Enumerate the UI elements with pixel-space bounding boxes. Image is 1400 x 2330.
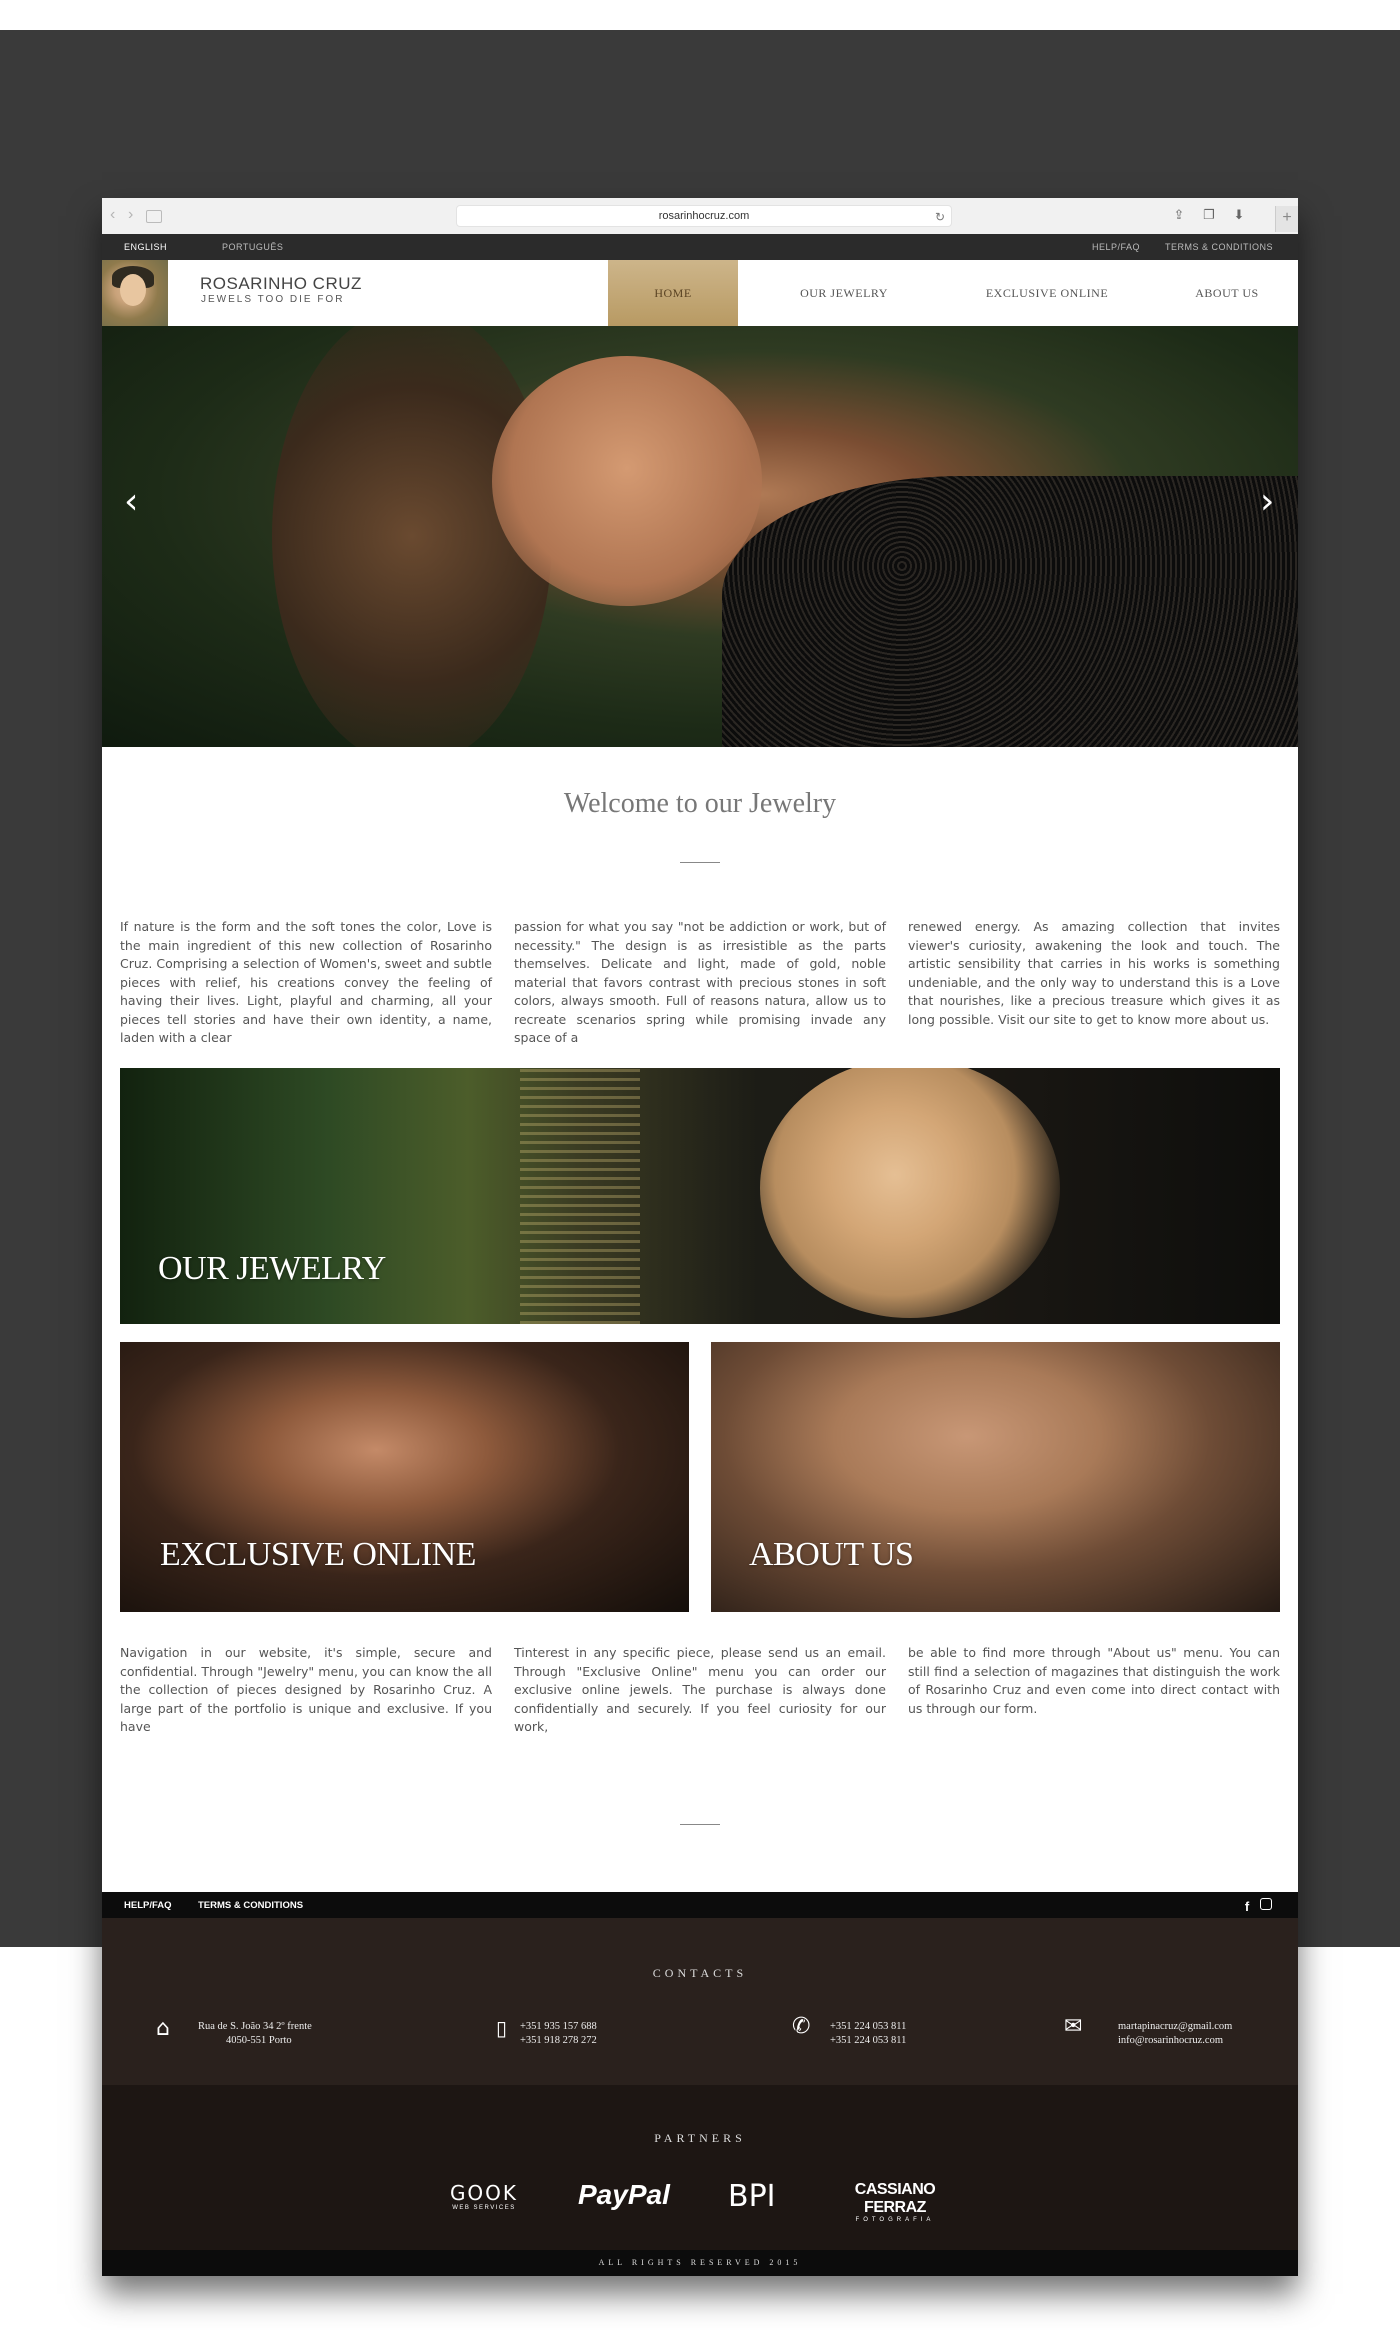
hero-photo-model (492, 356, 762, 606)
reload-icon[interactable]: ↻ (935, 207, 945, 227)
welcome-heading: Welcome to our Jewelry (563, 788, 837, 819)
welcome-text-col3: renewed energy. As amazing collection th… (908, 919, 1280, 1027)
nav-about-us[interactable]: ABOUT US (1172, 260, 1282, 326)
hero-photo-dress (722, 476, 1298, 747)
tile-exclusive-online-label: EXCLUSIVE ONLINE (160, 1536, 476, 1573)
email-line2[interactable]: info@rosarinhocruz.com (1118, 2034, 1232, 2048)
slider-next-icon[interactable]: › (1260, 481, 1274, 522)
facebook-icon[interactable]: f (1240, 1900, 1254, 1914)
contacts-heading: CONTACTS (652, 1966, 748, 1980)
partners-section: PARTNERS GOOK WEB SERVICES PayPal BPI CA… (102, 2085, 1298, 2250)
contact-address: Rua de S. João 34 2º frente 4050-551 Por… (198, 2020, 312, 2048)
download-icon[interactable]: ⬇ (1230, 206, 1248, 224)
cassiano-subtext: FOTOGRAFIA (855, 2217, 935, 2223)
info-text-col3: be able to find more through "About us" … (908, 1645, 1280, 1716)
mobile-line1: +351 935 157 688 (520, 2021, 597, 2032)
partner-cassiano-ferraz-logo[interactable]: CASSIANO FERRAZ FOTOGRAFIA (824, 2181, 966, 2223)
welcome-text-col1: If nature is the form and the soft tones… (120, 919, 492, 1045)
language-bar: ENGLISH PORTUGUÊS HELP/FAQ TERMS & CONDI… (102, 234, 1298, 260)
email-line1[interactable]: martapinacruz@gmail.com (1118, 2020, 1232, 2034)
sidebar-icon[interactable] (146, 210, 162, 223)
partner-paypal-logo[interactable]: PayPal (578, 2179, 670, 2211)
cassiano-wordmark: CASSIANO FERRAZ (854, 2181, 936, 2216)
gook-subtext: WEB SERVICES (452, 2205, 516, 2211)
chevron-left-icon[interactable]: ‹ (110, 206, 115, 224)
address-bar[interactable]: rosarinhocruz.com ↻ (456, 205, 952, 227)
contacts-section: CONTACTS ⌂ Rua de S. João 34 2º frente 4… (102, 1918, 1298, 2085)
welcome-divider (680, 862, 720, 863)
top-help-link[interactable]: HELP/FAQ (1092, 242, 1140, 252)
info-text-col2: Tinterest in any specific piece, please … (514, 1645, 886, 1734)
url-text: rosarinhocruz.com (658, 210, 750, 222)
email-icon: ✉ (1064, 2014, 1083, 2039)
tabs-icon[interactable]: ❐ (1200, 206, 1218, 224)
logo-face (120, 274, 146, 306)
nav-exclusive-online[interactable]: EXCLUSIVE ONLINE (962, 260, 1132, 326)
tile-about-us-label: ABOUT US (749, 1536, 914, 1573)
address-line2: 4050-551 Porto (226, 2035, 292, 2046)
phone-icon: ✆ (792, 2014, 811, 2039)
mobile-icon: ▯ (496, 2016, 508, 2040)
browser-toolbar: ‹ › rosarinhocruz.com ↻ ⇪ ❐ ⬇ + (102, 198, 1298, 235)
tile-our-jewelry[interactable]: OUR JEWELRY (120, 1068, 1280, 1324)
bottom-divider (680, 1824, 720, 1825)
contact-phone: +351 224 053 811 +351 224 053 811 (830, 2020, 906, 2048)
contact-mobile: +351 935 157 688 +351 918 278 272 (520, 2020, 597, 2048)
nav-our-jewelry[interactable]: OUR JEWELRY (774, 260, 914, 326)
tile-jewelry-photo (760, 1068, 1060, 1318)
mobile-line2: +351 918 278 272 (520, 2035, 597, 2046)
home-icon: ⌂ (156, 2016, 170, 2041)
slider-prev-icon[interactable]: ‹ (124, 481, 138, 522)
partner-gook-logo[interactable]: GOOK WEB SERVICES (438, 2181, 530, 2211)
site-header: ROSARINHO CRUZ JEWELS TOO DIE FOR HOME O… (102, 260, 1298, 326)
lang-portuguese[interactable]: PORTUGUÊS (222, 242, 283, 252)
share-icon[interactable]: ⇪ (1170, 206, 1188, 224)
page-top-margin (0, 0, 1400, 30)
welcome-text-col2: passion for what you say "not be addicti… (514, 919, 886, 1045)
brand-tagline: JEWELS TOO DIE FOR (201, 294, 345, 305)
chevron-right-icon[interactable]: › (128, 206, 133, 224)
instagram-icon[interactable] (1260, 1898, 1272, 1910)
address-line1: Rua de S. João 34 2º frente (198, 2021, 312, 2032)
new-tab-plus-icon[interactable]: + (1275, 206, 1298, 232)
partner-bpi-logo[interactable]: BPI (728, 2179, 776, 2214)
tile-about-us[interactable]: ABOUT US (711, 1342, 1280, 1612)
logo-portrait-image[interactable] (102, 260, 168, 326)
top-terms-link[interactable]: TERMS & CONDITIONS (1165, 242, 1273, 252)
tile-exclusive-online[interactable]: EXCLUSIVE ONLINE (120, 1342, 689, 1612)
nav-home[interactable]: HOME (608, 260, 738, 326)
tile-jewelry-bokeh (520, 1068, 640, 1324)
phone-line2: +351 224 053 811 (830, 2035, 907, 2046)
partners-heading: PARTNERS (654, 2131, 746, 2145)
brand-name[interactable]: ROSARINHO CRUZ (200, 274, 362, 294)
footer-terms-link[interactable]: TERMS & CONDITIONS (198, 1900, 303, 1911)
footer-links-bar: HELP/FAQ TERMS & CONDITIONS f (102, 1892, 1298, 1918)
contact-email: martapinacruz@gmail.com info@rosarinhocr… (1118, 2020, 1232, 2048)
phone-line1: +351 224 053 811 (830, 2021, 907, 2032)
tile-our-jewelry-label: OUR JEWELRY (158, 1250, 386, 1287)
info-text-col1: Navigation in our website, it's simple, … (120, 1645, 492, 1734)
lang-english[interactable]: ENGLISH (124, 242, 167, 252)
gook-wordmark: GOOK (449, 2181, 519, 2205)
copyright-bar: ALL RIGHTS RESERVED 2015 (102, 2250, 1298, 2276)
hero-slider: ‹ › (102, 326, 1298, 747)
footer-help-link[interactable]: HELP/FAQ (124, 1900, 172, 1911)
browser-window: ‹ › rosarinhocruz.com ↻ ⇪ ❐ ⬇ + ENGLISH … (102, 198, 1298, 2276)
